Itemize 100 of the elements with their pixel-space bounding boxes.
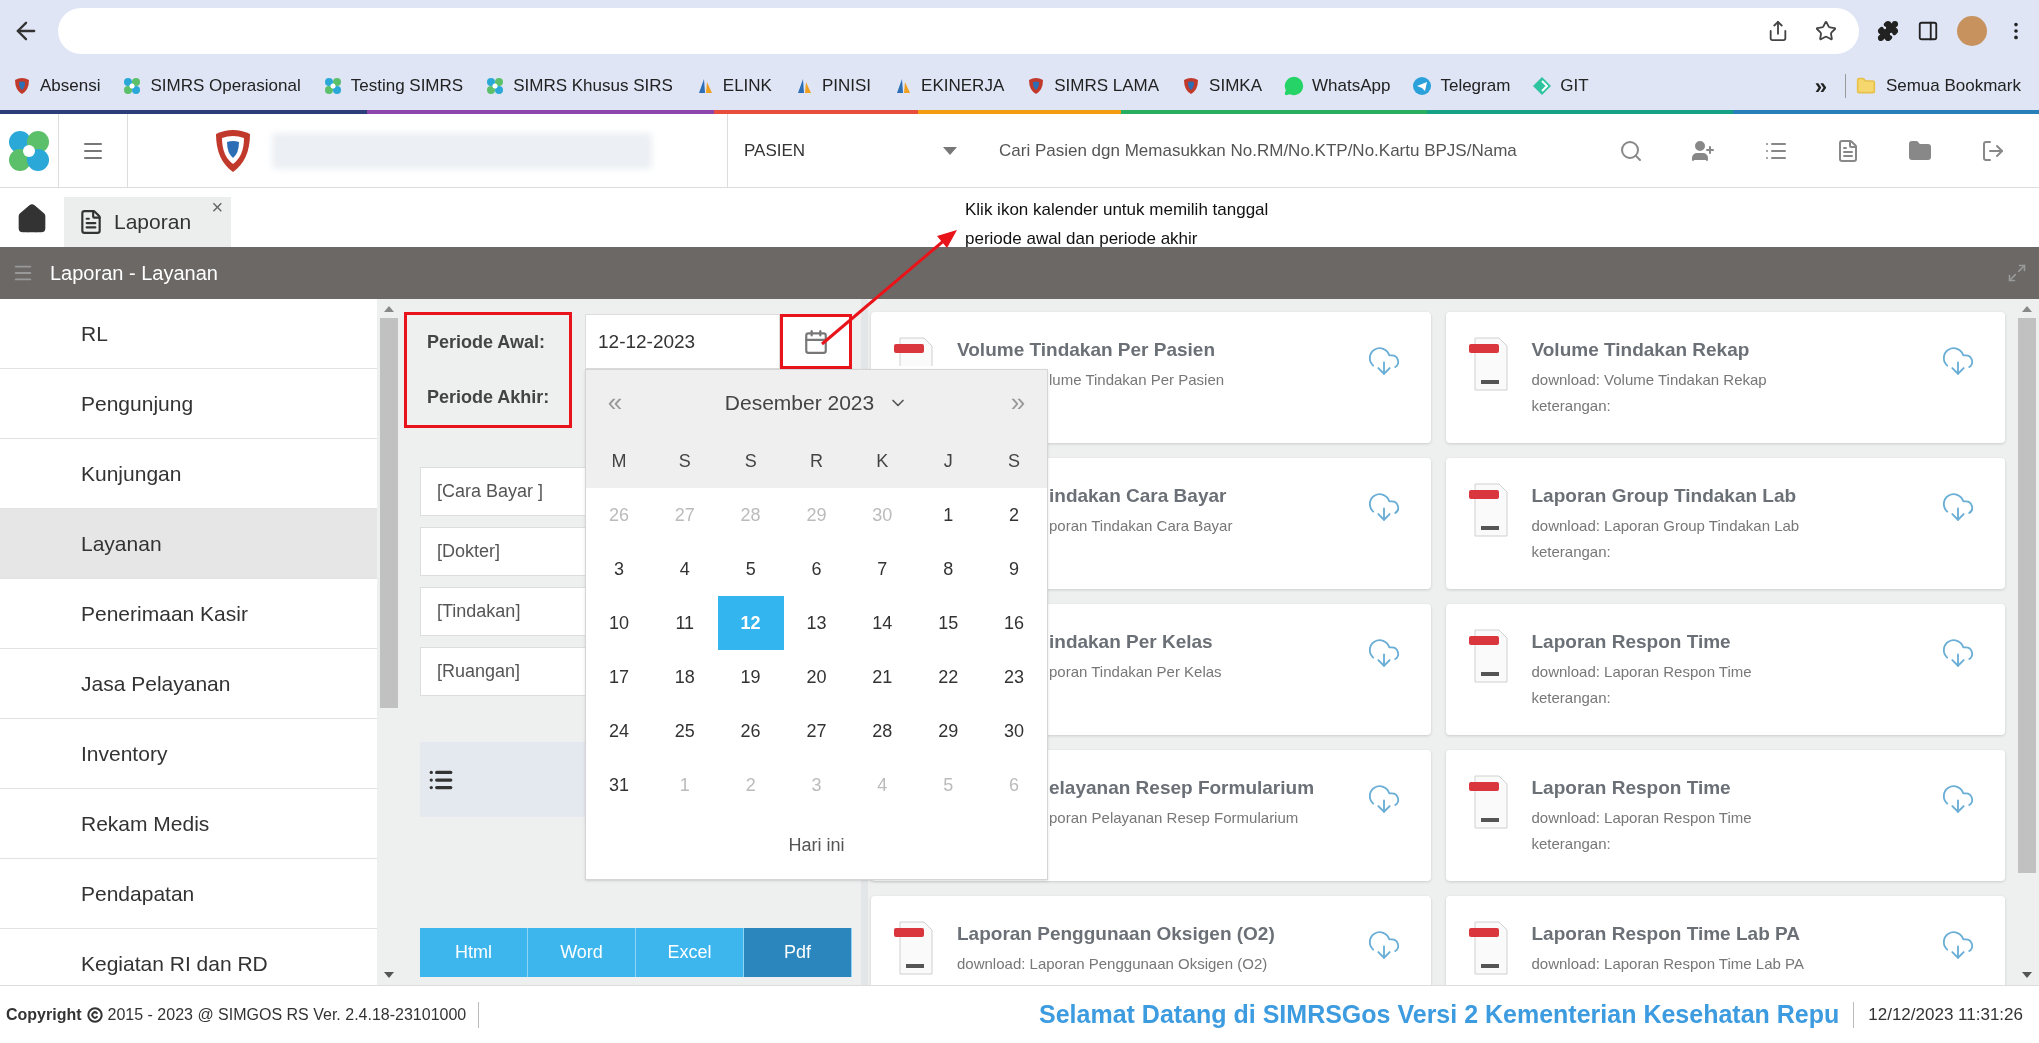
calendar-day[interactable]: 17: [586, 650, 652, 704]
logout-icon[interactable]: [1980, 138, 2005, 163]
flower-icon: [485, 76, 506, 96]
caret-icon: [943, 146, 957, 155]
calendar-day[interactable]: 2: [981, 488, 1047, 542]
report-description: poran Pelayanan Resep Formularium: [1049, 807, 1300, 828]
cloud-download-icon[interactable]: [1941, 636, 1975, 670]
welcome-marquee: Selamat Datang di SIMRSGos Versi 2 Kementerian Kesehatan Repu: [1039, 998, 1840, 1030]
report-card[interactable]: Laporan Respon Time download: Laporan Respon Time keterangan:: [1445, 750, 2005, 881]
calendar-day[interactable]: 1: [915, 488, 982, 542]
cloud-download-icon[interactable]: [1366, 782, 1401, 816]
patient-dropdown[interactable]: PASIEN: [728, 114, 975, 187]
bookmark[interactable]: Telegram: [1412, 73, 1511, 99]
report-description: download: Laporan Respon Time Lab PA: [1531, 953, 1804, 974]
bookmark[interactable]: Testing SIMRS: [322, 73, 464, 99]
cloud-download-icon[interactable]: [1941, 928, 1975, 962]
extensions-icon[interactable]: [1877, 20, 1899, 42]
calendar-day[interactable]: 4: [651, 542, 718, 596]
avatar[interactable]: [1957, 16, 1987, 46]
field-label: Periode Awal:: [427, 331, 547, 354]
bookmark[interactable]: SIMRS Operasional: [122, 73, 301, 99]
hamburger-button[interactable]: [58, 114, 128, 187]
bookmark[interactable]: SIMKA: [1181, 73, 1262, 99]
calendar-day[interactable]: 10: [586, 596, 652, 650]
date-field[interactable]: 12-12-2023: [585, 314, 780, 369]
calendar-day[interactable]: 22: [915, 650, 982, 704]
bookmark[interactable]: Absensi: [12, 73, 101, 99]
today-button[interactable]: Hari ini: [788, 832, 845, 859]
home-icon[interactable]: [16, 203, 48, 235]
paper-plane-icon: [1412, 76, 1433, 96]
calendar-day[interactable]: 27: [783, 704, 850, 758]
address-field[interactable]: [58, 8, 1859, 54]
report-note: keterangan:: [1531, 688, 1612, 708]
report-description: download: Volume Tindakan Rekap: [1531, 369, 1767, 390]
calendar-day[interactable]: 18: [651, 650, 718, 704]
page-title: Laporan - Layanan: [50, 261, 219, 286]
report-title: Laporan Respon Time Lab PA: [1531, 922, 1801, 946]
bookmark[interactable]: GIT: [1532, 73, 1589, 99]
share-icon[interactable]: [1767, 20, 1789, 42]
report-title: Laporan Respon Time: [1531, 776, 1732, 800]
calendar-day[interactable]: 11: [651, 596, 718, 650]
bookmark[interactable]: EKINERJA: [893, 73, 1005, 99]
calendar-day[interactable]: 19: [717, 650, 784, 704]
report-card[interactable]: Laporan Group Tindakan Lab download: Laporan Group Tindakan Lab keterangan:: [1445, 458, 2005, 589]
folder-icon: [1855, 76, 1876, 96]
report-card[interactable]: Volume Tindakan Rekap download: Volume Tindakan Rekap keterangan:: [1445, 312, 2005, 443]
search-icon[interactable]: [1619, 138, 1644, 163]
weekday-label: S: [743, 450, 758, 473]
calendar-day[interactable]: 23: [981, 650, 1047, 704]
calendar-day[interactable]: 31: [586, 758, 652, 812]
calendar-day[interactable]: 20: [783, 650, 850, 704]
report-note: keterangan:: [1531, 396, 1612, 416]
calendar-day[interactable]: 13: [783, 596, 850, 650]
copyright-icon: [86, 1006, 103, 1023]
close-tab-button[interactable]: ×: [211, 197, 224, 217]
calendar-day[interactable]: 24: [586, 704, 652, 758]
weekday-label: R: [809, 450, 824, 473]
report-file-icon: [1468, 774, 1509, 830]
cloud-download-icon[interactable]: [1366, 928, 1401, 962]
field-label: Periode Akhir:: [427, 386, 551, 409]
sidebar-item[interactable]: Layanan: [0, 509, 377, 579]
cloud-download-icon[interactable]: [1366, 636, 1401, 670]
report-title: indakan Cara Bayar: [1049, 484, 1228, 508]
all-bookmarks-link[interactable]: Semua Bookmark: [1855, 73, 2027, 99]
bookmark[interactable]: PINISI: [793, 73, 872, 99]
bookmark[interactable]: ELINK: [694, 73, 772, 99]
bookmark[interactable]: SIMRS LAMA: [1026, 73, 1160, 99]
calendar-day[interactable]: 25: [651, 704, 718, 758]
cloud-download-icon[interactable]: [1941, 490, 1975, 524]
cloud-download-icon[interactable]: [1941, 782, 1975, 816]
patient-search-field[interactable]: Cari Pasien dgn Memasukkan No.RM/No.KTP/No.Kartu BPJS/Nama: [975, 114, 1595, 187]
more-bookmarks-button[interactable]: »: [1806, 69, 1835, 103]
document-icon: [78, 209, 104, 235]
add-user-icon[interactable]: [1691, 138, 1716, 163]
calendar-day[interactable]: 26: [717, 704, 784, 758]
report-description: download: Laporan Respon Time: [1531, 807, 1752, 828]
scrollbar-thumb[interactable]: [379, 318, 398, 708]
side-panel-icon[interactable]: [1917, 20, 1939, 42]
bookmark[interactable]: WhatsApp: [1284, 73, 1391, 99]
tab[interactable]: Laporan ×: [64, 197, 232, 247]
report-note: keterangan:: [1531, 542, 1612, 562]
calendar-day[interactable]: 3: [586, 542, 652, 596]
report-card[interactable]: Laporan Penggunaan Oksigen (O2) download: Laporan Penggunaan Oksigen (O2): [871, 896, 1431, 985]
calendar-day[interactable]: 6: [783, 542, 850, 596]
cloud-download-icon[interactable]: [1366, 490, 1401, 524]
calendar-day[interactable]: 5: [717, 542, 784, 596]
report-card[interactable]: Laporan Respon Time download: Laporan Respon Time keterangan:: [1445, 604, 2005, 735]
folder-icon[interactable]: [1908, 138, 1933, 163]
report-file-icon: [1468, 920, 1509, 976]
star-icon[interactable]: [1815, 20, 1837, 42]
report-title: Volume Tindakan Per Pasien: [957, 338, 1216, 362]
format-button[interactable]: Pdf: [744, 928, 852, 977]
bookmark[interactable]: SIMRS Khusus SIRS: [485, 73, 673, 99]
expand-icon[interactable]: [2007, 263, 2027, 283]
calendar-button[interactable]: [780, 314, 852, 369]
report-card[interactable]: Laporan Respon Time Lab PA download: Laporan Respon Time Lab PA: [1445, 896, 2005, 985]
cloud-download-icon[interactable]: [1366, 344, 1401, 378]
scrollbar-thumb[interactable]: [2018, 318, 2036, 873]
report-note: keterangan:: [1531, 834, 1612, 854]
cloud-download-icon[interactable]: [1941, 344, 1975, 378]
